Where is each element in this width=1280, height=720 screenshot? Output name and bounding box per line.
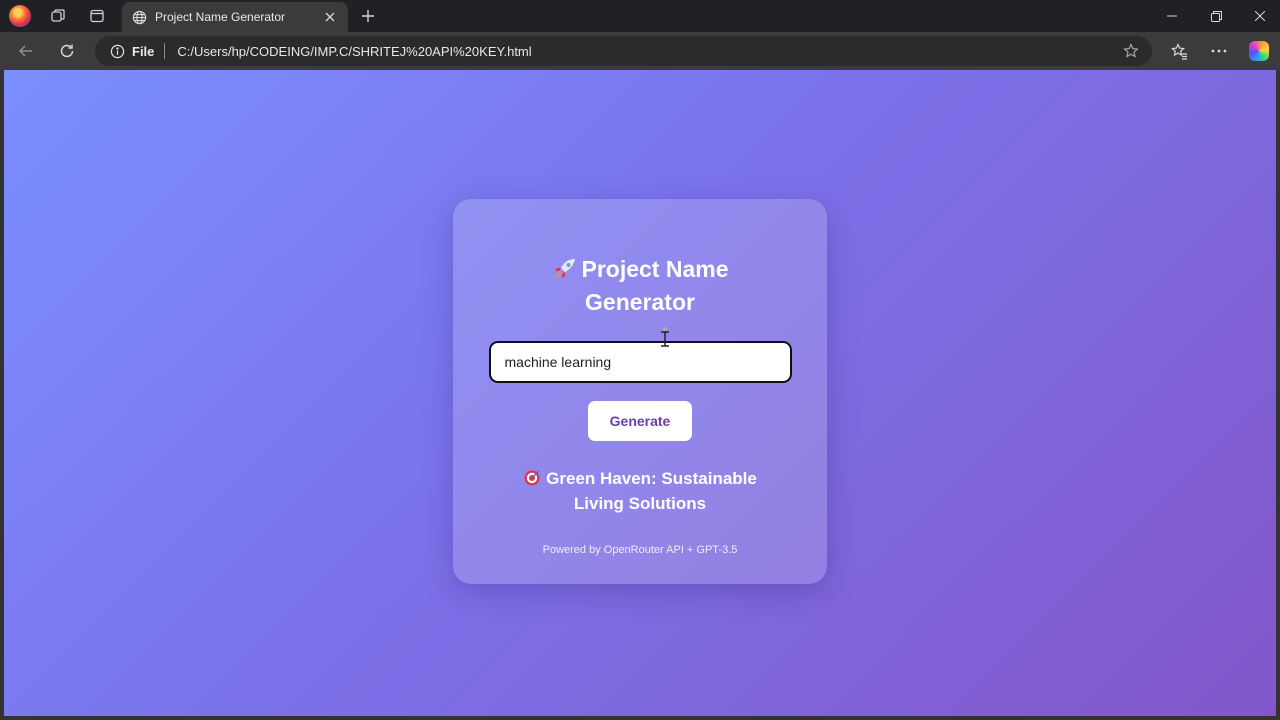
back-arrow-icon[interactable] — [13, 38, 39, 64]
more-options-icon[interactable] — [1206, 38, 1232, 64]
tab-title: Project Name Generator — [155, 10, 286, 24]
keyword-field[interactable] — [488, 341, 792, 383]
address-bar[interactable]: File C:/Users/hp/CODEING/IMP.C/SHRITEJ%2… — [95, 36, 1152, 66]
globe-icon — [130, 8, 148, 26]
site-info-icon[interactable] — [109, 43, 125, 59]
workspaces-icon[interactable] — [46, 4, 70, 28]
keyword-input[interactable] — [504, 354, 776, 370]
close-tab-icon[interactable] — [322, 9, 338, 25]
address-scheme: File — [132, 43, 155, 59]
generated-name-text: Green Haven: Sustainable Living Solution… — [546, 469, 757, 513]
reload-icon[interactable] — [54, 38, 80, 64]
browser-toolbar: File C:/Users/hp/CODEING/IMP.C/SHRITEJ%2… — [0, 32, 1280, 70]
page-viewport: Project Name Generator Generate Green Ha… — [0, 70, 1280, 720]
favorite-star-icon[interactable] — [1122, 42, 1140, 60]
generate-button[interactable]: Generate — [588, 401, 692, 441]
page-title: Project Name Generator — [520, 253, 760, 319]
address-divider — [164, 43, 166, 59]
powered-by-text: Powered by OpenRouter API + GPT-3.5 — [542, 544, 738, 556]
page-title-text: Project Name Generator — [581, 256, 729, 315]
active-tab[interactable]: Project Name Generator — [122, 2, 348, 32]
profile-avatar[interactable] — [8, 4, 32, 28]
text-cursor-icon — [661, 327, 669, 347]
address-url[interactable]: C:/Users/hp/CODEING/IMP.C/SHRITEJ%20API%… — [177, 44, 1122, 59]
generated-name: Green Haven: Sustainable Living Solution… — [505, 466, 775, 516]
rocket-icon — [551, 256, 577, 278]
favorites-icon[interactable] — [1166, 38, 1192, 64]
tab-actions-icon[interactable] — [85, 4, 109, 28]
new-tab-icon[interactable] — [356, 4, 380, 28]
tab-strip: Project Name Generator — [0, 0, 1280, 32]
generator-card: Project Name Generator Generate Green Ha… — [453, 199, 827, 584]
copilot-icon[interactable] — [1246, 38, 1272, 64]
window-close-icon[interactable] — [1238, 0, 1280, 32]
minimize-icon[interactable] — [1150, 0, 1194, 32]
restore-icon[interactable] — [1194, 0, 1238, 32]
target-icon — [523, 469, 541, 487]
